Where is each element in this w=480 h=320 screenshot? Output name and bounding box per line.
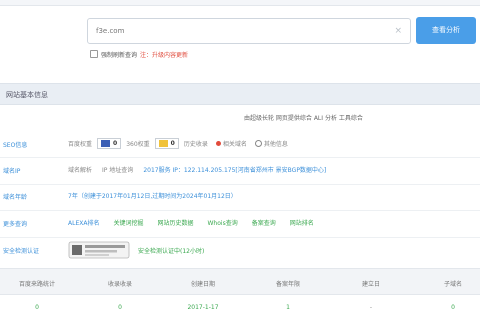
security-status: 安全检测认证中(12小时) [138,247,205,255]
clear-icon[interactable]: × [394,26,402,36]
related-domain-label[interactable]: 相关域名 [223,139,247,148]
more-query-whois[interactable]: Whois查询 [208,218,238,227]
more-query-icp[interactable]: 备案查询 [252,218,276,227]
table-header-cell: 子域名 [443,281,463,288]
domain-ip-row: 域名解析 IP 地址查询 2017服务 IP：122.114.205.175[河… [68,162,326,176]
query-button[interactable]: 查看分析 [416,17,476,44]
domain-age-label: 域名年龄 [3,194,28,201]
domain-ip-label: 域名IP [3,168,21,175]
tool-links[interactable]: 由超级长轮 网页提供综合 ALI 分析 工具综合 [244,113,363,122]
table-cell[interactable]: 0 [451,304,455,311]
seo-label: SEO信息 [3,142,28,149]
domain-resolve-label: 域名解析 [68,166,93,174]
domain-search-input[interactable]: f3e.com × [87,18,411,44]
other-info-label[interactable]: 其他信息 [264,139,288,148]
security-row: 安全检测认证中(12小时) [68,240,204,260]
force-update-row: 强制刷新查询 注：升级内容更新 [90,48,188,60]
table-cell: - [369,304,373,311]
search-input-value: f3e.com [96,27,125,35]
baidu-weight-label: 百度权重 [68,140,93,148]
ring-icon [254,139,262,147]
table-header-cell: 备案年限 [275,281,301,288]
force-update-label: 强制刷新查询 [101,51,138,59]
security-label: 安全检测认证 [3,248,40,255]
ip-info-link[interactable]: 2017服务 IP：122.114.205.175[河南省郑州市 景安BGP数据… [143,165,326,174]
so-icon [158,139,168,147]
more-query-row: ALEXA排名 关键词挖掘 网站历史数据 Whois查询 备案查询 网站排名 [68,215,314,229]
force-update-note: 注：升级内容更新 [140,51,189,59]
table-cell[interactable]: 0 [118,304,122,311]
table-header-cell: 百度来路统计 [18,281,56,288]
more-query-alexa[interactable]: ALEXA排名 [68,218,99,227]
alert-dot-icon [215,140,221,146]
history-index-label[interactable]: 历史收录 [184,139,208,148]
security-seal-icon[interactable] [68,240,130,260]
force-update-checkbox[interactable] [90,50,98,58]
row-divider [0,157,480,158]
table-header-cell: 收录收录 [107,281,133,288]
row-divider [0,184,480,185]
baidu-weight-badge[interactable]: 0 [97,137,122,149]
360-weight-label: 360权重 [126,140,150,148]
table-header-cell: 创建日期 [190,281,216,288]
table-cell[interactable]: 0 [35,304,39,311]
top-strip [0,0,480,6]
360-weight-badge[interactable]: 0 [154,137,179,149]
table-cell[interactable]: 1 [286,304,290,311]
more-query-label: 更多查询 [3,221,28,228]
ip-lookup-label[interactable]: IP 地址查询 [102,165,133,174]
section-header: 网站基本信息 [0,83,480,105]
domain-age-value[interactable]: 7年（创建于2017年01月12日,过期时间为2024年01月12日） [68,191,237,200]
domain-age-row: 7年（创建于2017年01月12日,过期时间为2024年01月12日） [68,188,237,202]
more-query-keywords[interactable]: 关键词挖掘 [113,218,143,227]
more-query-rank[interactable]: 网站排名 [290,218,314,227]
row-divider [0,210,480,211]
table-header-cell: 建立日 [361,281,381,288]
seo-row: 百度权重 0 360权重 0 历史收录 相关域名 其他信息 [68,136,288,150]
section-title: 网站基本信息 [6,91,48,99]
row-divider [0,237,480,238]
more-query-history[interactable]: 网站历史数据 [157,218,193,227]
stats-table-header: 百度来路统计 收录收录 创建日期 备案年限 建立日 子域名 [0,268,480,295]
baidu-icon [101,139,111,147]
table-cell[interactable]: 2017-1-17 [187,304,218,311]
